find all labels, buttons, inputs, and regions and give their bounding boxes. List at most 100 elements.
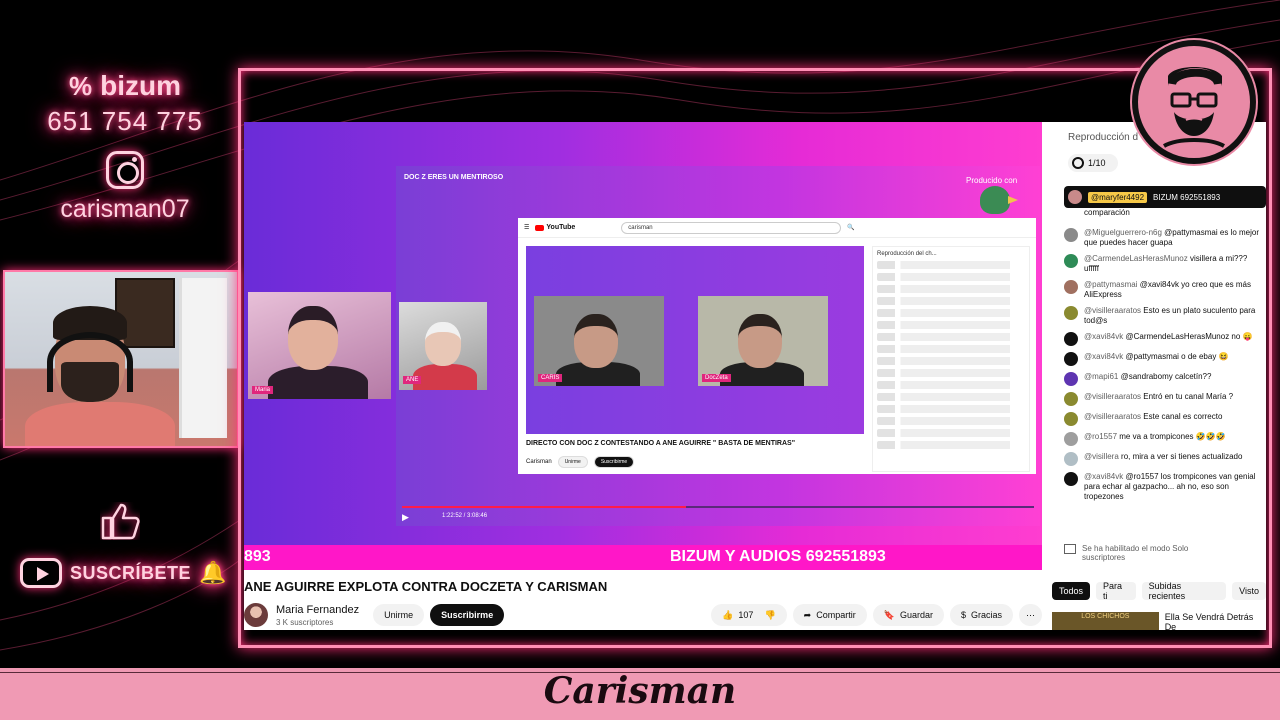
chat-author: @pattymasmai — [1084, 280, 1138, 289]
chat-author: @visillera — [1084, 452, 1119, 461]
chat-text: comparación — [1084, 208, 1130, 217]
bottom-banner: Carisman — [0, 668, 1280, 720]
chat-message[interactable]: @visilleraaratos Entró en tu canal María… — [1064, 392, 1264, 406]
filter-chip[interactable]: Todos — [1052, 582, 1091, 600]
like-dislike-button[interactable]: 👍 107 👎 — [711, 604, 787, 626]
share-button[interactable]: ➦ Compartir — [792, 604, 867, 626]
bizum-ticker: 893 BIZUM Y AUDIOS 692551893 — [244, 545, 1042, 570]
bearded-man-icon — [1163, 67, 1225, 148]
rec-thumbnail[interactable]: LOS CHICHOS — [1052, 612, 1159, 630]
chat-avatar — [1064, 228, 1078, 242]
channel-name[interactable]: Maria Fernandez — [276, 604, 359, 616]
chat-message[interactable]: @CarmendeLasHerasMunoz visillera a mi???… — [1064, 254, 1264, 274]
bell-icon: 🔔 — [199, 560, 227, 585]
thanks-icon: $ — [960, 610, 966, 620]
chat-count-badge[interactable]: 1/10 — [1068, 154, 1118, 172]
chat-text: Entró en tu canal María ? — [1143, 392, 1234, 401]
chat-text: @CarmendeLasHerasMunoz no 😛 — [1125, 332, 1253, 341]
channel-avatar[interactable] — [244, 603, 268, 627]
chat-avatar — [1064, 372, 1078, 386]
youtube-icon — [20, 558, 62, 588]
chat-message[interactable]: @mapi61 @sandrabomy calcetín?? — [1064, 372, 1264, 386]
chat-message[interactable]: comparación — [1064, 208, 1264, 222]
chat-message[interactable]: @visilleraaratos Este canal es correcto — [1064, 412, 1264, 426]
live-chat: Reproducción d 1/10 @maryfer4492 BIZUM 6… — [1050, 122, 1266, 570]
video-title: ANE AGUIRRE EXPLOTA CONTRA DOCZETA Y CAR… — [244, 579, 608, 594]
chat-avatar — [1064, 280, 1078, 294]
chat-author: @CarmendeLasHerasMunoz — [1084, 254, 1188, 263]
time-display: 1:22:52 / 3:08:46 — [442, 513, 488, 519]
chat-message[interactable]: @visillera ro, mira a ver si tienes actu… — [1064, 452, 1264, 466]
streamer-webcam — [3, 270, 239, 448]
filter-chip[interactable]: Para ti — [1096, 581, 1136, 601]
chat-message[interactable]: @xavi84vk @CarmendeLasHerasMunoz no 😛 — [1064, 332, 1264, 346]
subscribe-button[interactable]: Suscribirme — [430, 604, 505, 626]
search-icon: 🔍 — [847, 225, 855, 231]
chat-message[interactable]: @pattymasmai @xavi84vk yo creo que es má… — [1064, 280, 1264, 300]
video-player[interactable]: DOC Z ERES UN MENTIROSO Producido con Ma… — [244, 122, 1042, 570]
chat-message[interactable]: @xavi84vk @ro1557 los trompicones van ge… — [1064, 472, 1264, 502]
player-controls: ▶ 1:22:52 / 3:08:46 — [396, 498, 1040, 526]
join-button[interactable]: Unirme — [373, 604, 425, 626]
chat-message[interactable]: @Miguelguerrero-n6g @pattymasmai es lo m… — [1064, 228, 1264, 248]
chat-text: ro, mira a ver si tienes actualizado — [1121, 452, 1243, 461]
produced-by-label: Producido con — [966, 176, 1018, 185]
captured-screen: DOC Z ERES UN MENTIROSO Producido con Ma… — [244, 122, 1266, 630]
dislike-icon: 👎 — [764, 609, 776, 620]
nested-yt-video: CARIS DocZeta — [526, 246, 864, 434]
chat-author: @xavi84vk — [1084, 332, 1124, 341]
nested-yt-search: carisman — [621, 221, 842, 234]
streamyard-duck-icon — [980, 186, 1018, 214]
channel-subscribers: 3 K suscriptores — [276, 617, 334, 627]
left-overlay: % bizum 651 754 775 carisman07 — [0, 70, 250, 224]
chat-avatar — [1064, 412, 1078, 426]
nested-yt-logo: YouTube — [535, 224, 575, 231]
save-icon: 🔖 — [883, 609, 895, 620]
ticker-left: 893 — [244, 548, 271, 565]
chat-author: @visilleraaratos — [1084, 306, 1142, 315]
cam-maria-tag: Maria — [252, 386, 274, 394]
menu-icon: ☰ — [524, 225, 530, 231]
chat-author: @Miguelguerrero-n6g — [1084, 228, 1162, 237]
more-button[interactable]: ⋯ — [1019, 604, 1042, 626]
tile-caris: CARIS — [534, 296, 664, 386]
tile-doczeta: DocZeta — [698, 296, 828, 386]
chat-author: @xavi84vk — [1084, 472, 1124, 481]
nested-yt-chat: Reproducción del ch... — [872, 246, 1030, 472]
nested-yt-video-title: DIRECTO CON DOC Z CONTESTANDO A ANE AGUI… — [526, 440, 796, 447]
pinned-message[interactable]: @maryfer4492 BIZUM 692551893 — [1064, 186, 1266, 208]
bizum-phone: 651 754 775 — [47, 106, 203, 136]
chat-text: me va a trompicones 🤣🤣🤣 — [1119, 432, 1226, 441]
filter-chip[interactable]: Subidas recientes — [1141, 581, 1227, 601]
chat-title: Reproducción d — [1068, 132, 1139, 143]
rec-title[interactable]: Ella Se Vendrá Detrás De — [1165, 612, 1266, 630]
pinned-user: @maryfer4492 — [1088, 191, 1148, 203]
chat-author: @visilleraaratos — [1084, 392, 1142, 401]
pinned-text: BIZUM 692551893 — [1153, 192, 1221, 202]
ticker-right: BIZUM Y AUDIOS 692551893 — [670, 548, 886, 565]
brand-name: Carisman — [543, 670, 737, 712]
save-button[interactable]: 🔖 Guardar — [872, 604, 944, 626]
chat-text: @pattymasmai o de ebay 😆 — [1125, 352, 1229, 361]
subscribe-row: SUSCRÍBETE 🔔 — [20, 558, 226, 588]
chat-message[interactable]: @visilleraaratos Esto es un plato sucule… — [1064, 306, 1264, 326]
thanks-button[interactable]: $ Gracias — [949, 604, 1013, 626]
nested-youtube-window: ☰ YouTube carisman 🔍 CARIS DocZeta DIREC… — [518, 218, 1036, 474]
progress-bar[interactable] — [402, 506, 1034, 508]
inner-stream-title: DOC Z ERES UN MENTIROSO — [404, 174, 504, 181]
recommendation[interactable]: LOS CHICHOS Ella Se Vendrá Detrás De — [1052, 612, 1266, 630]
chat-avatar — [1064, 306, 1078, 320]
chat-message[interactable]: @ro1557 me va a trompicones 🤣🤣🤣 — [1064, 432, 1264, 446]
instagram-icon — [106, 151, 144, 189]
filter-chip[interactable]: Visto — [1232, 582, 1266, 600]
channel-row: Maria Fernandez 3 K suscriptores Unirme … — [244, 600, 1042, 630]
chat-author: @visilleraaratos — [1084, 412, 1142, 421]
solo-mode-notice: Se ha habilitado el modo Solo suscriptor… — [1064, 544, 1232, 562]
chat-avatar — [1064, 332, 1078, 346]
play-icon[interactable]: ▶ — [402, 512, 409, 523]
chat-avatar — [1064, 452, 1078, 466]
pinned-avatar — [1068, 190, 1082, 204]
share-icon: ➦ — [803, 609, 812, 620]
chat-message[interactable]: @xavi84vk @pattymasmai o de ebay 😆 — [1064, 352, 1264, 366]
subscribe-label: SUSCRÍBETE — [70, 562, 192, 583]
